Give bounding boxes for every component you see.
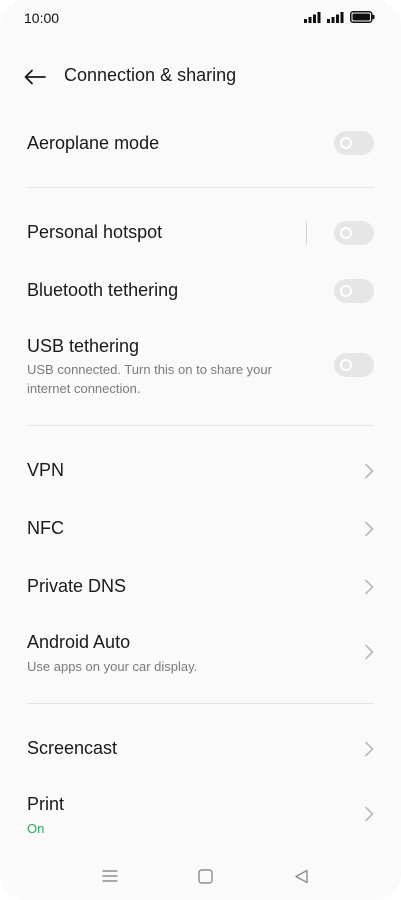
- status-bar: 10:00: [0, 0, 401, 34]
- status-icons: [304, 11, 375, 23]
- bluetooth-tethering-toggle[interactable]: [334, 279, 374, 303]
- screencast-label: Screencast: [27, 738, 118, 758]
- toggle-knob: [340, 359, 352, 371]
- home-button[interactable]: [193, 864, 217, 888]
- divider: [27, 187, 374, 188]
- home-square-icon: [197, 868, 213, 884]
- bluetooth-tethering-label: Bluetooth tethering: [27, 280, 179, 300]
- toggle-knob: [340, 227, 352, 239]
- print-label: Print: [27, 794, 65, 814]
- page-title: Connection & sharing: [64, 65, 237, 85]
- aeroplane-mode-label: Aeroplane mode: [27, 133, 160, 153]
- android-auto-subtitle: Use apps on your car display.: [27, 659, 198, 674]
- chevron-right-icon: [365, 579, 374, 595]
- chevron-right-icon: [365, 463, 374, 479]
- nfc-label: NFC: [27, 518, 64, 538]
- aeroplane-mode-toggle[interactable]: [334, 131, 374, 155]
- battery-icon: [350, 11, 375, 23]
- status-time: 10:00: [24, 10, 60, 26]
- vertical-separator: [306, 221, 307, 245]
- app-header: Connection & sharing: [0, 56, 401, 96]
- usb-tethering-label: USB tethering: [27, 336, 140, 356]
- print-row[interactable]: Print On: [0, 788, 401, 844]
- chevron-right-icon: [365, 644, 374, 660]
- chevron-right-icon: [365, 741, 374, 757]
- usb-tethering-subtitle: USB connected. Turn this on to share you…: [27, 362, 272, 396]
- back-triangle-icon: [294, 869, 308, 883]
- nfc-row[interactable]: NFC: [0, 505, 401, 553]
- vpn-label: VPN: [27, 460, 65, 480]
- recent-apps-button[interactable]: [98, 864, 122, 888]
- personal-hotspot-toggle[interactable]: [334, 221, 374, 245]
- private-dns-label: Private DNS: [27, 576, 127, 596]
- android-auto-label: Android Auto: [27, 632, 131, 652]
- arrow-left-icon: [24, 69, 46, 85]
- back-button[interactable]: [20, 62, 50, 92]
- chevron-right-icon: [365, 806, 374, 822]
- android-auto-row[interactable]: Android Auto Use apps on your car displa…: [0, 626, 401, 682]
- signal-icon: [304, 11, 321, 23]
- signal-icon: [327, 11, 344, 23]
- divider: [27, 425, 374, 426]
- divider: [27, 703, 374, 704]
- screencast-row[interactable]: Screencast: [0, 725, 401, 773]
- vpn-row[interactable]: VPN: [0, 447, 401, 495]
- private-dns-row[interactable]: Private DNS: [0, 563, 401, 611]
- personal-hotspot-row[interactable]: Personal hotspot: [0, 209, 401, 257]
- aeroplane-mode-row[interactable]: Aeroplane mode: [0, 120, 401, 168]
- navigation-bar: [0, 858, 401, 894]
- chevron-right-icon: [365, 521, 374, 537]
- bluetooth-tethering-row[interactable]: Bluetooth tethering: [0, 267, 401, 315]
- back-nav-button[interactable]: [289, 864, 313, 888]
- usb-tethering-toggle[interactable]: [334, 353, 374, 377]
- toggle-knob: [340, 137, 352, 149]
- toggle-knob: [340, 285, 352, 297]
- usb-tethering-row[interactable]: USB tethering USB connected. Turn this o…: [0, 330, 401, 402]
- personal-hotspot-label: Personal hotspot: [27, 222, 163, 242]
- phone-screen: 10:00 Connection & sharing Aeroplane mod…: [0, 0, 401, 900]
- print-status: On: [27, 821, 45, 836]
- menu-icon: [102, 870, 118, 882]
